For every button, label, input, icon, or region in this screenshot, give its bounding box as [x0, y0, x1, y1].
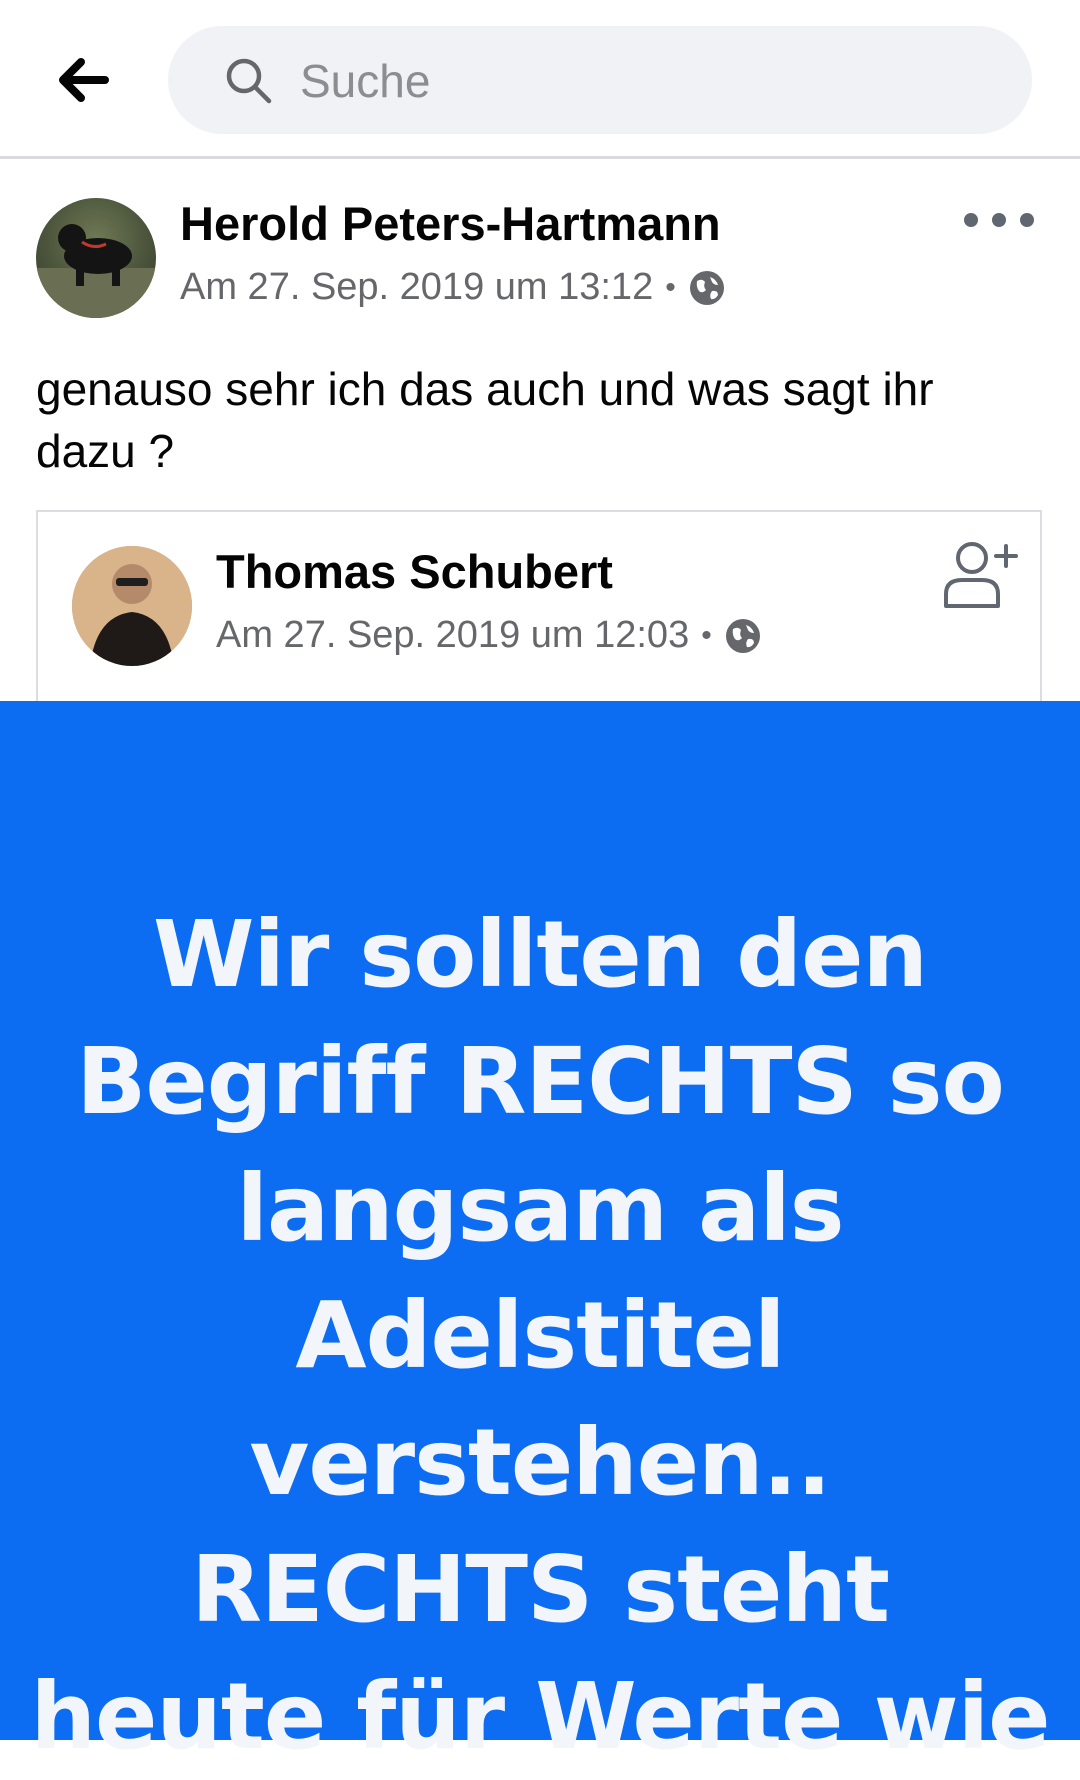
more-button[interactable]: [964, 200, 1034, 240]
globe-icon: [689, 270, 724, 305]
search-box[interactable]: [168, 26, 1032, 136]
image-line: RECHTS steht: [191, 1536, 890, 1643]
add-friend-button[interactable]: [940, 538, 1018, 610]
author-avatar[interactable]: [36, 198, 156, 318]
image-caption: Wir sollten den Begriff RECHTS so langsa…: [0, 891, 1080, 1780]
image-line: verstehen..: [249, 1409, 831, 1516]
image-line: Begriff RECHTS so: [76, 1028, 1005, 1135]
shared-author-avatar[interactable]: [72, 546, 192, 666]
shared-author-name[interactable]: Thomas Schubert: [216, 544, 613, 599]
meta-separator: •: [701, 618, 712, 652]
arrow-left-icon: [59, 58, 109, 102]
more-icon: [964, 213, 978, 227]
image-line: Wir sollten den: [152, 901, 928, 1008]
image-line: heute für Werte wie: [30, 1663, 1050, 1770]
back-button[interactable]: [48, 46, 120, 114]
meta-separator: •: [665, 270, 676, 304]
person-photo: [72, 546, 192, 666]
globe-icon: [725, 618, 760, 653]
post-meta: Am 27. Sep. 2019 um 13:12 •: [180, 266, 726, 309]
add-friend-icon: [944, 542, 1018, 608]
search-icon: [226, 58, 272, 104]
top-bar: [0, 0, 1080, 159]
post-text: genauso sehr ich das auch und was sagt i…: [36, 363, 934, 477]
shared-image[interactable]: Wir sollten den Begriff RECHTS so langsa…: [0, 701, 1080, 1770]
post-timestamp[interactable]: Am 27. Sep. 2019 um 13:12: [180, 266, 653, 309]
dog-photo: [36, 224, 156, 318]
author-name[interactable]: Herold Peters-Hartmann: [180, 196, 721, 251]
shared-post-meta: Am 27. Sep. 2019 um 12:03 •: [216, 614, 762, 657]
image-line: langsam als: [236, 1155, 844, 1262]
image-line: Adelstitel: [295, 1282, 785, 1389]
search-input[interactable]: [298, 26, 1002, 136]
shared-post-timestamp[interactable]: Am 27. Sep. 2019 um 12:03: [216, 614, 689, 657]
